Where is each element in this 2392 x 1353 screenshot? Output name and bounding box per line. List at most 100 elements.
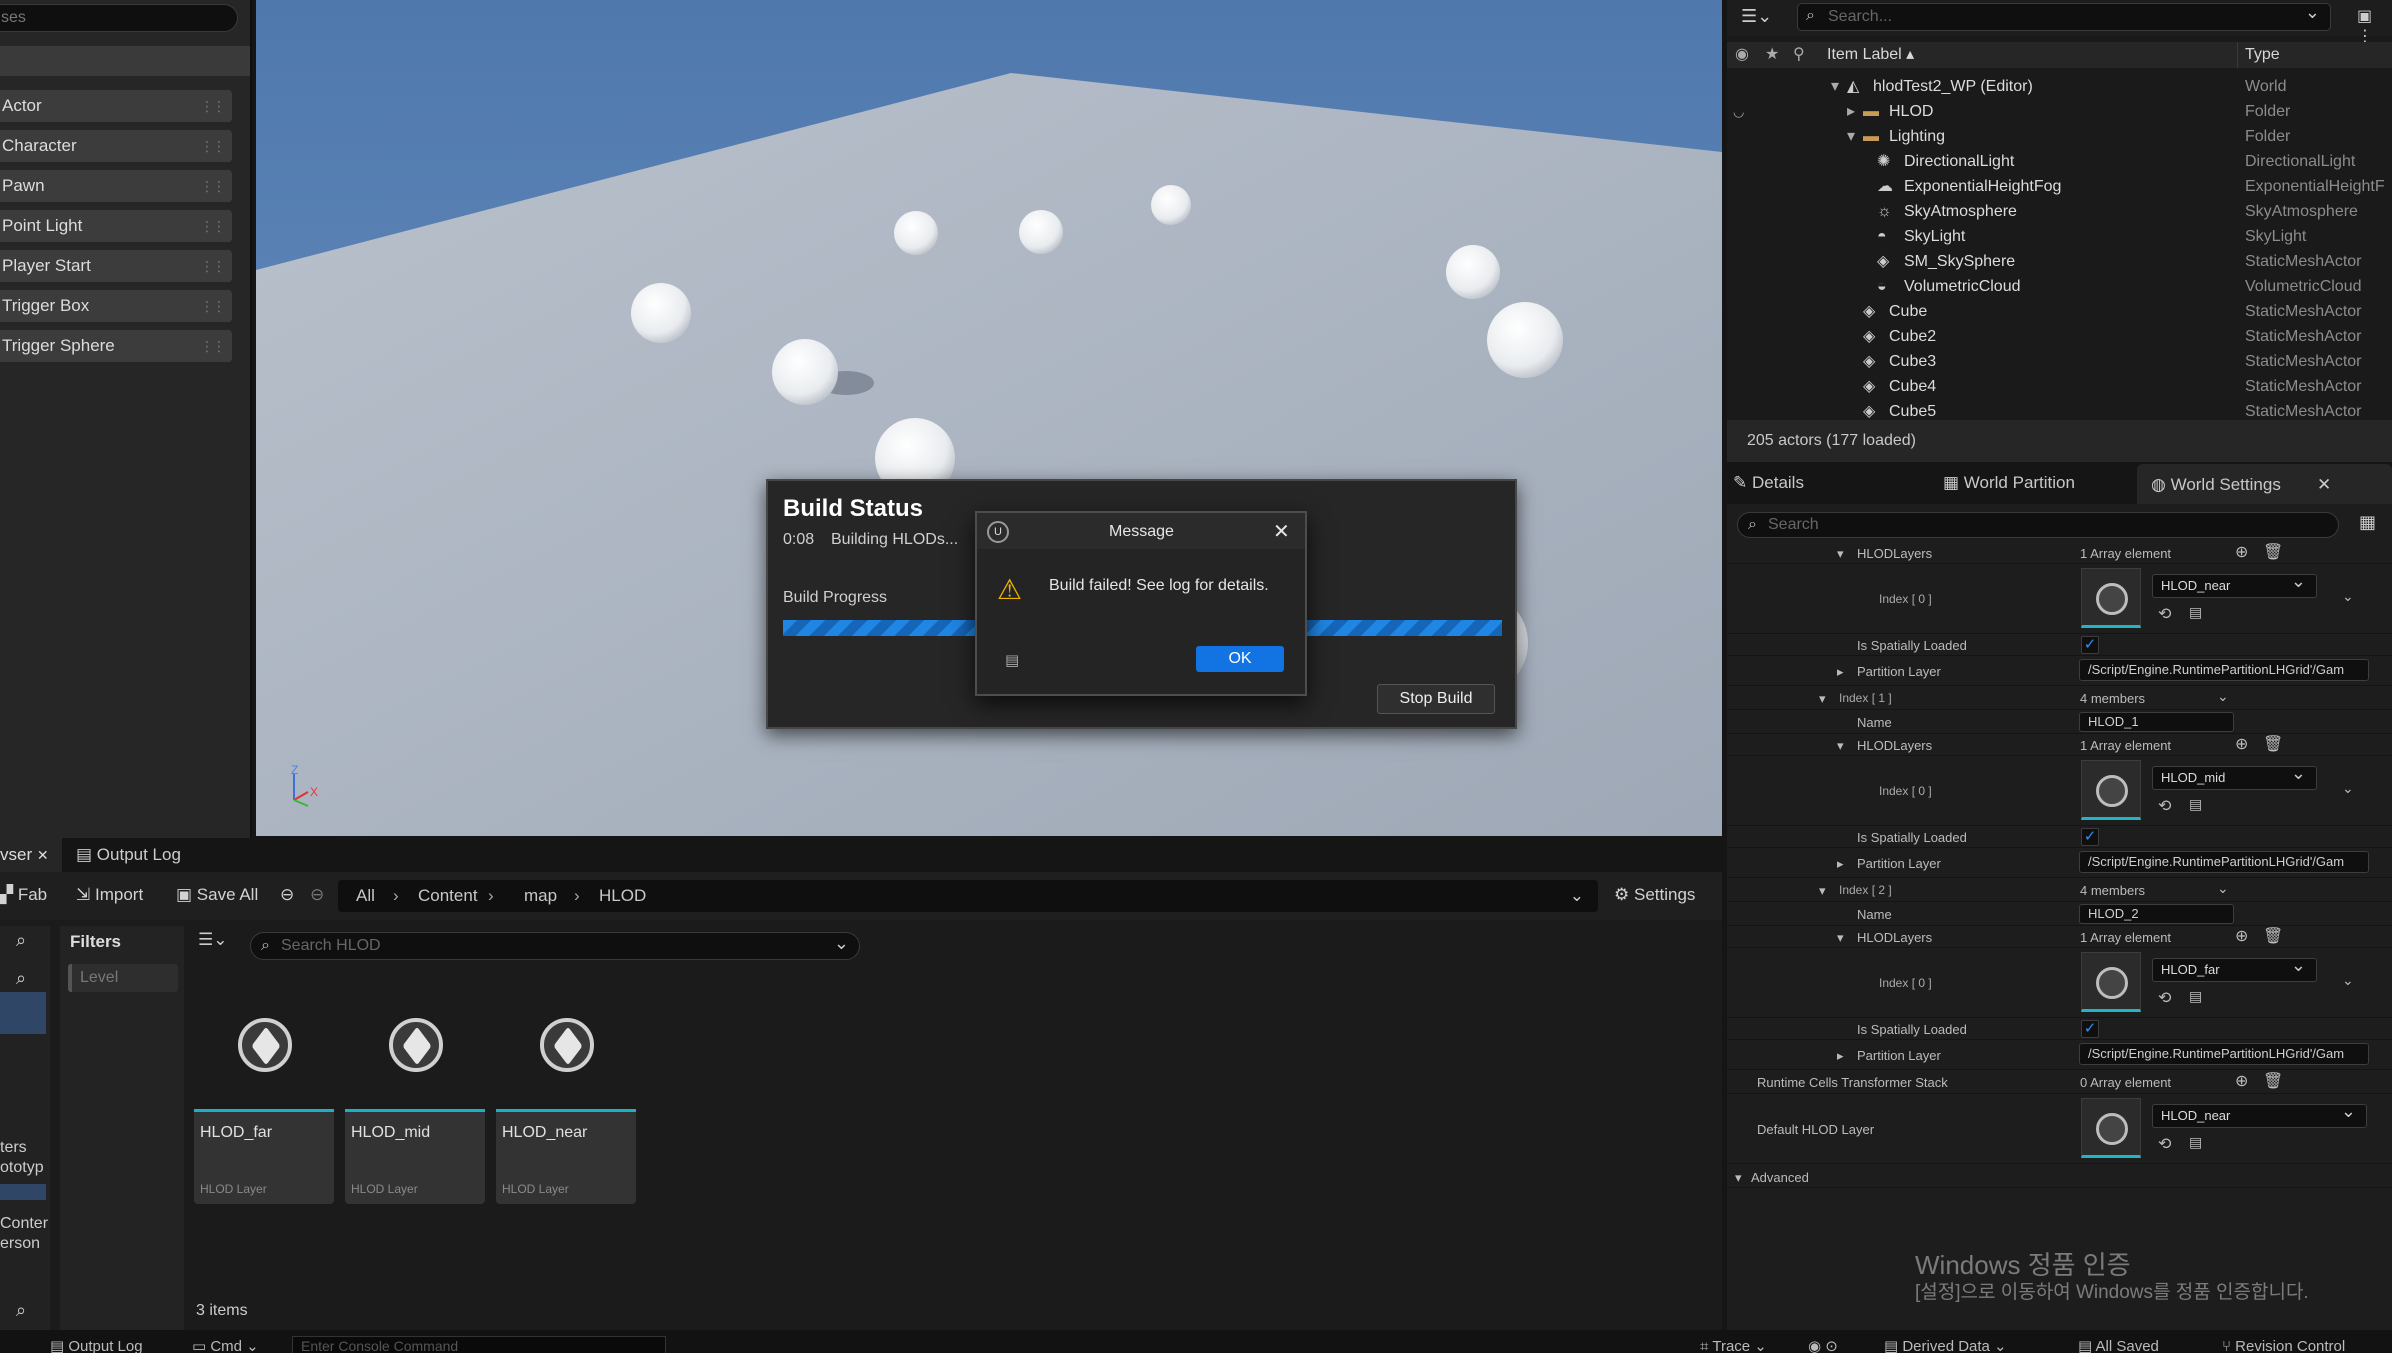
tab-content-browser[interactable]: vser ✕ — [0, 838, 62, 872]
chevron-down-icon[interactable]: ⌄ — [2342, 972, 2354, 989]
output-log-button[interactable]: ▤ Output Log — [50, 1335, 143, 1353]
forward-icon[interactable]: ⊖ — [310, 880, 324, 910]
drag-grip-icon[interactable]: ⋮⋮ — [200, 130, 226, 162]
chevron-down-icon[interactable]: ⌄ — [2342, 588, 2354, 605]
expand-arrow-icon[interactable]: ▾ — [1837, 546, 1844, 562]
ok-button[interactable]: OK — [1196, 646, 1284, 672]
delete-icon[interactable]: 🗑 — [2263, 542, 2283, 562]
delete-icon[interactable]: 🗑 — [2263, 1071, 2283, 1091]
partition-layer-field[interactable]: /Script/Engine.RuntimePartitionLHGrid'/G… — [2079, 851, 2369, 873]
outliner-row[interactable]: ▾ ◭ hlodTest2_WP (Editor) World — [1727, 74, 2392, 99]
close-icon[interactable]: ✕ — [1273, 519, 1290, 544]
place-item-player-start[interactable]: Player Start ⋮⋮ — [0, 250, 232, 282]
back-icon[interactable]: ⊖ — [280, 880, 294, 910]
tree-item-partial[interactable]: Conter erson — [0, 1214, 48, 1254]
tab-details[interactable]: ✎ Details — [1733, 462, 1933, 504]
settings-button[interactable]: ⚙ Settings — [1614, 880, 1695, 910]
outliner-row[interactable]: ◒ VolumetricCloud VolumetricCloud — [1727, 274, 2392, 299]
tree-item-selected[interactable] — [0, 1184, 46, 1200]
outliner-row[interactable]: ◈ Cube5 StaticMeshActor — [1727, 399, 2392, 420]
search-icon[interactable]: ⌕ — [16, 930, 26, 951]
outliner-search-input[interactable]: ⌕ Search... ⌄ — [1797, 2, 2331, 31]
type-column[interactable]: Type — [2245, 42, 2280, 68]
place-item-trigger-box[interactable]: Trigger Box ⋮⋮ — [0, 290, 232, 322]
outliner-row[interactable]: ◈ SM_SkySphere StaticMeshActor — [1727, 249, 2392, 274]
asset-thumbnail[interactable] — [2081, 1098, 2141, 1158]
place-item-actor[interactable]: Actor ⋮⋮ — [0, 90, 232, 122]
add-element-icon[interactable]: ⊕ — [2235, 734, 2248, 754]
eye-icon[interactable]: ◉ — [1735, 42, 1749, 68]
outliner-row[interactable]: ◓ SkyLight SkyLight — [1727, 224, 2392, 249]
outliner-row[interactable]: ◈ Cube4 StaticMeshActor — [1727, 374, 2392, 399]
tab-world-partition[interactable]: ▦ World Partition — [1937, 462, 2137, 504]
source-tree-selected[interactable] — [0, 992, 46, 1034]
add-element-icon[interactable]: ⊕ — [2235, 1071, 2248, 1091]
expand-arrow-icon[interactable]: ▾ — [1837, 930, 1844, 946]
all-saved-button[interactable]: ▤ All Saved — [2078, 1335, 2159, 1353]
use-selected-icon[interactable]: ▤ — [2189, 988, 2202, 1005]
spatially-loaded-checkbox[interactable]: ✓ — [2081, 828, 2099, 846]
expand-arrow-icon[interactable]: ▾ — [1819, 883, 1826, 899]
breadcrumb-item[interactable]: All — [356, 880, 375, 912]
fab-button[interactable]: ▞ Fab — [0, 880, 47, 910]
expand-arrow-icon[interactable]: ▾ — [1837, 738, 1844, 754]
partition-layer-field[interactable]: /Script/Engine.RuntimePartitionLHGrid'/G… — [2079, 1043, 2369, 1065]
close-icon[interactable]: ✕ — [2317, 464, 2331, 506]
chevron-down-icon[interactable]: ⌄ — [1570, 880, 1584, 912]
delete-icon[interactable]: 🗑 — [2263, 734, 2283, 754]
item-label-column[interactable]: Item Label ▴ — [1827, 42, 1914, 68]
expand-arrow-icon[interactable]: ▸ — [1837, 664, 1844, 680]
chevron-down-icon[interactable]: ⌄ — [2217, 688, 2229, 705]
add-element-icon[interactable]: ⊕ — [2235, 926, 2248, 946]
outliner-row[interactable]: ◡ ▸ ▬ HLOD Folder — [1727, 99, 2392, 124]
drag-grip-icon[interactable]: ⋮⋮ — [200, 330, 226, 362]
import-button[interactable]: ⇲ Import — [76, 880, 143, 910]
add-element-icon[interactable]: ⊕ — [2235, 542, 2248, 562]
copy-icon[interactable]: ▤ — [1005, 651, 1019, 669]
browse-icon[interactable]: ⟲ — [2158, 988, 2171, 1008]
expand-arrow-icon[interactable]: ▸ — [1837, 856, 1844, 872]
outliner-row[interactable]: ▾ ▬ Lighting Folder — [1727, 124, 2392, 149]
level-filter-chip[interactable]: Level — [68, 964, 178, 992]
expand-arrow-icon[interactable]: ▾ — [1735, 1170, 1742, 1186]
outliner-row[interactable]: ◈ Cube2 StaticMeshActor — [1727, 324, 2392, 349]
use-selected-icon[interactable]: ▤ — [2189, 1134, 2202, 1151]
drag-grip-icon[interactable]: ⋮⋮ — [200, 210, 226, 242]
outliner-row[interactable]: ☼ SkyAtmosphere SkyAtmosphere — [1727, 199, 2392, 224]
derived-data-button[interactable]: ▤ Derived Data ⌄ — [1884, 1335, 2007, 1353]
name-field[interactable]: HLOD_2 — [2079, 904, 2234, 924]
outliner-row[interactable]: ☁ ExponentialHeightFog ExponentialHeightF — [1727, 174, 2392, 199]
name-field[interactable]: HLOD_1 — [2079, 712, 2234, 732]
asset-thumbnail[interactable] — [2081, 952, 2141, 1012]
use-selected-icon[interactable]: ▤ — [2189, 796, 2202, 813]
asset-picker-combo[interactable]: HLOD_near — [2152, 570, 2317, 598]
tab-output-log[interactable]: ▤ Output Log — [76, 838, 181, 872]
asset-search-input[interactable]: ⌕ Search HLOD ⌄ — [250, 932, 860, 960]
table-view-icon[interactable]: ▦ — [2359, 512, 2376, 533]
star-icon[interactable]: ★ — [1765, 42, 1779, 68]
partition-layer-field[interactable]: /Script/Engine.RuntimePartitionLHGrid'/G… — [2079, 659, 2369, 681]
place-item-character[interactable]: Character ⋮⋮ — [0, 130, 232, 162]
expand-arrow-icon[interactable]: ▾ — [1831, 74, 1839, 99]
place-item-point-light[interactable]: Point Light ⋮⋮ — [0, 210, 232, 242]
save-all-button[interactable]: ▣ Save All — [176, 880, 258, 910]
details-search-input[interactable]: ⌕ Search — [1737, 512, 2339, 538]
place-item-pawn[interactable]: Pawn ⋮⋮ — [0, 170, 232, 202]
filter-icon[interactable]: ☰⌄ — [198, 930, 227, 950]
search-icon[interactable]: ⌕ — [16, 968, 26, 989]
spatially-loaded-checkbox[interactable]: ✓ — [2081, 636, 2099, 654]
asset-picker-combo[interactable]: HLOD_mid — [2152, 762, 2317, 790]
breadcrumb-item[interactable]: Content — [418, 880, 478, 912]
asset-thumbnail[interactable] — [2081, 760, 2141, 820]
browse-icon[interactable]: ⟲ — [2158, 796, 2171, 816]
drag-grip-icon[interactable]: ⋮⋮ — [200, 290, 226, 322]
asset-tile-hlod-near[interactable]: HLOD_near HLOD Layer — [496, 976, 636, 1204]
visibility-toggle-icon[interactable]: ◡ — [1733, 99, 1744, 124]
asset-tile-hlod-far[interactable]: HLOD_far HLOD Layer — [194, 976, 334, 1204]
console-input[interactable]: Enter Console Command — [292, 1336, 666, 1353]
outliner-row[interactable]: ◈ Cube StaticMeshActor — [1727, 299, 2392, 324]
expand-arrow-icon[interactable]: ▸ — [1837, 1048, 1844, 1064]
chevron-down-icon[interactable]: ⌄ — [2217, 880, 2229, 897]
asset-picker-combo[interactable]: HLOD_far — [2152, 954, 2317, 982]
tree-item-partial[interactable]: ters ototyp — [0, 1138, 44, 1178]
